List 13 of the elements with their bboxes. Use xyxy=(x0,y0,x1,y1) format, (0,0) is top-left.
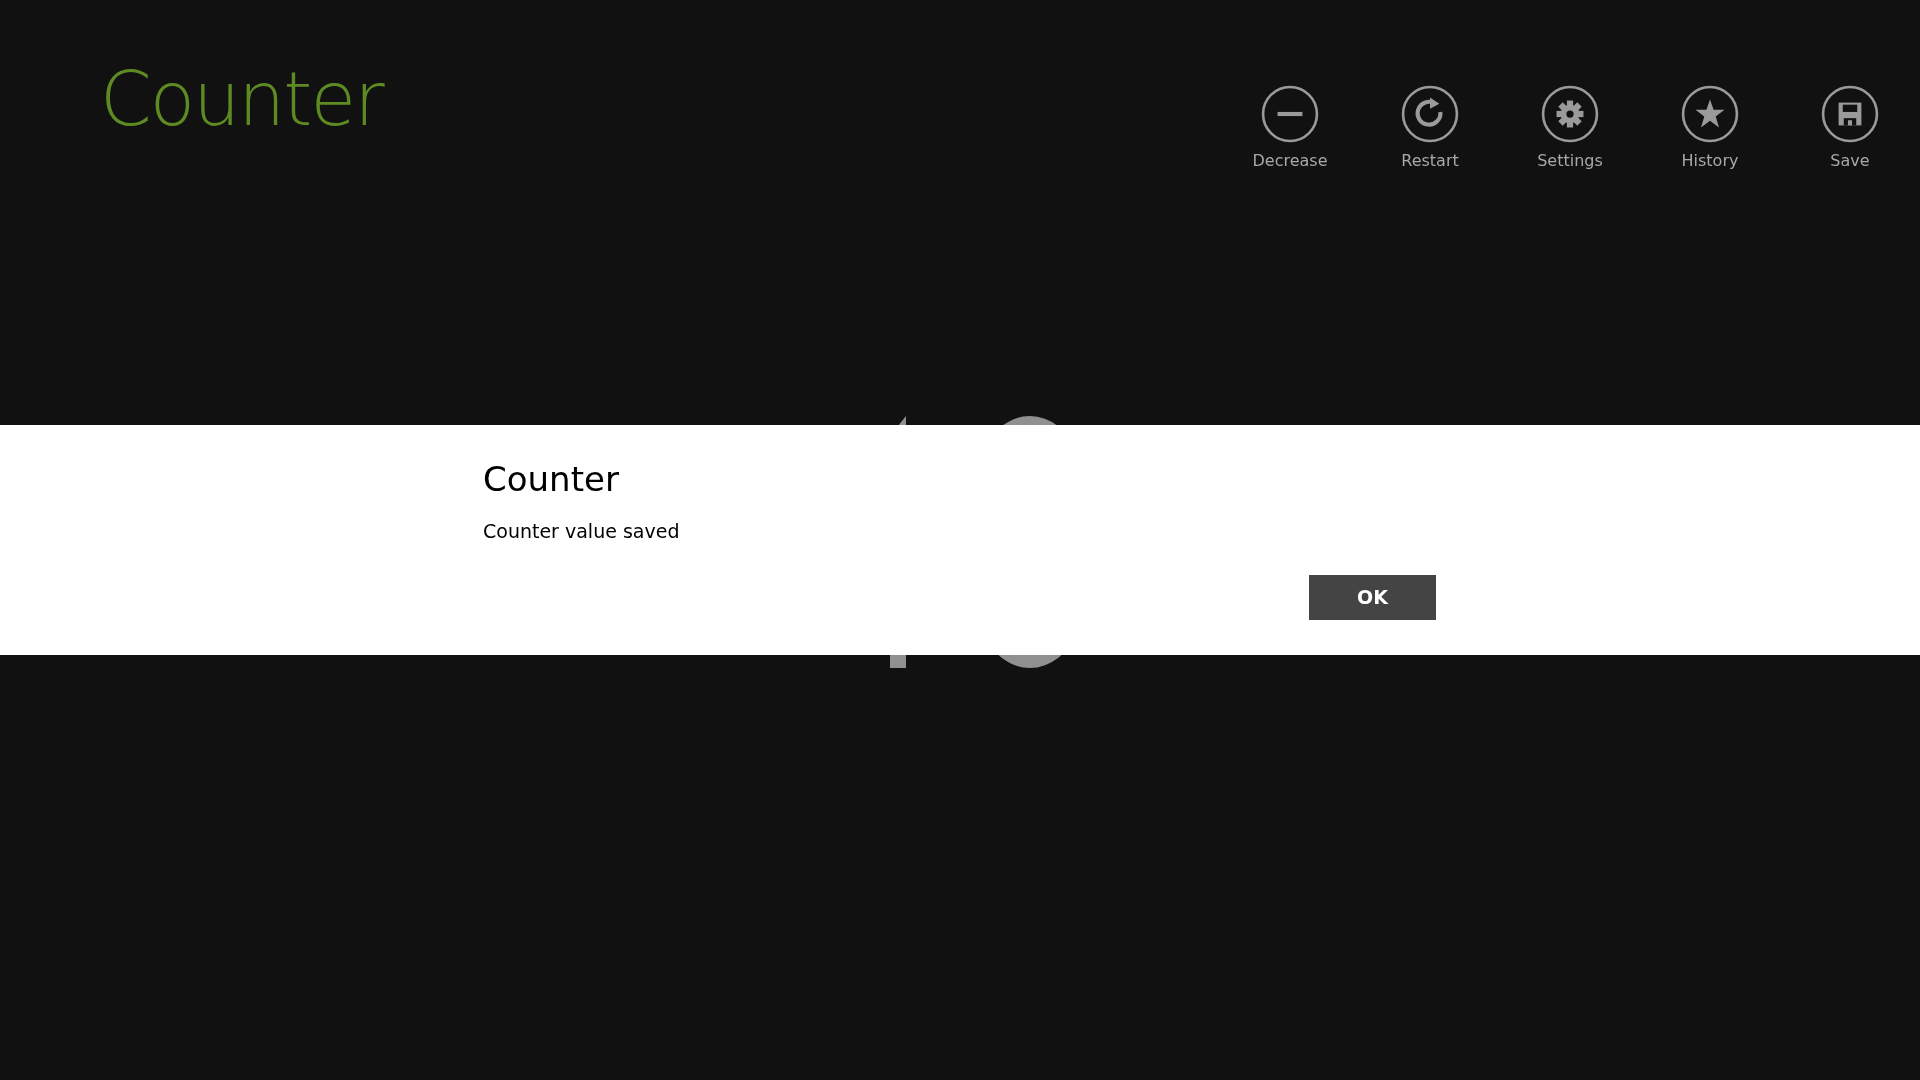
save-icon xyxy=(1821,85,1879,143)
app-title: Counter xyxy=(100,62,383,136)
restart-icon xyxy=(1401,85,1459,143)
app-bar-button[interactable]: Restart xyxy=(1374,85,1486,171)
app-bar-button[interactable]: History xyxy=(1654,85,1766,171)
ok-button[interactable]: OK xyxy=(1309,575,1436,620)
app-bar-button[interactable]: Save xyxy=(1794,85,1906,171)
minus-icon xyxy=(1261,85,1319,143)
app-bar-button[interactable]: Decrease xyxy=(1234,85,1346,171)
dialog-title: Counter xyxy=(483,458,620,501)
settings-button[interactable]: Settings xyxy=(1514,85,1626,171)
settings-icon xyxy=(1541,85,1599,143)
dialog-message: Counter value saved xyxy=(483,518,681,544)
